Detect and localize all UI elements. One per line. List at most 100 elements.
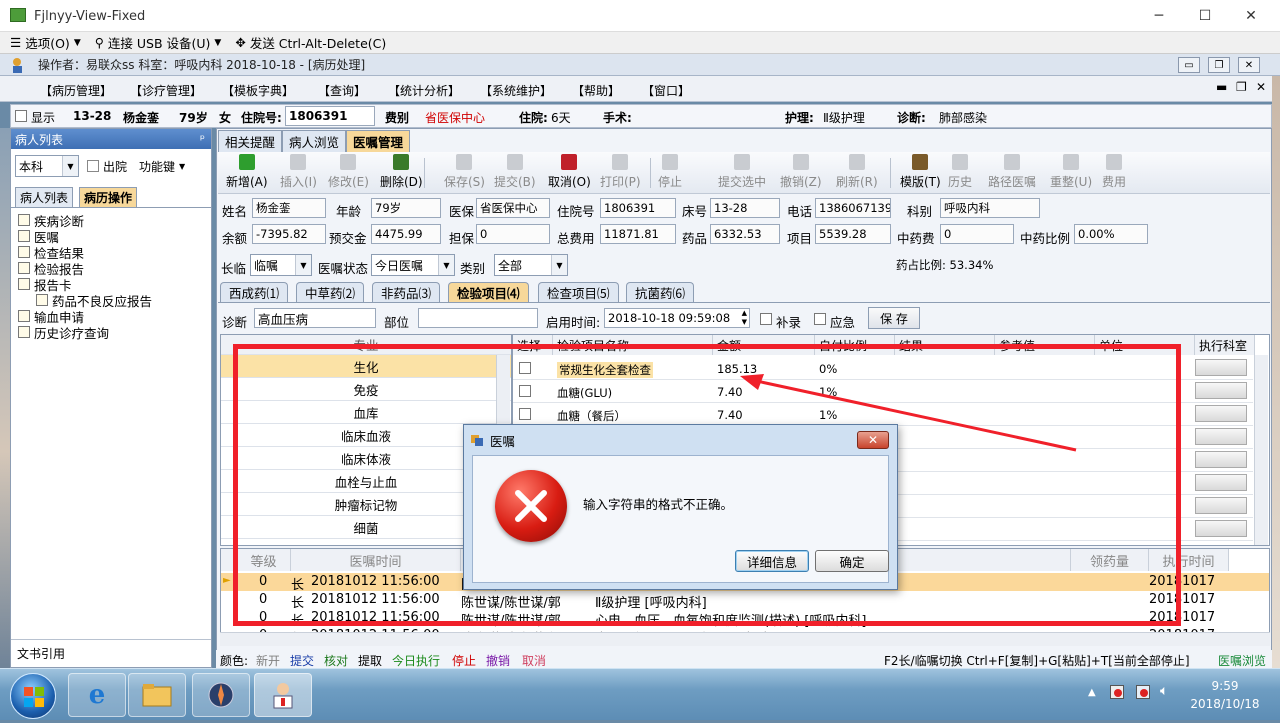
minimize-button[interactable]: ─ <box>1136 0 1182 32</box>
template-button[interactable]: 模版(T) <box>900 154 941 192</box>
exec-dept-button[interactable] <box>1195 359 1247 376</box>
close-button[interactable]: ✕ <box>1228 0 1274 32</box>
save-button[interactable]: 保 存 <box>868 307 920 329</box>
row-checkbox[interactable] <box>519 385 531 397</box>
details-button[interactable]: 详细信息 <box>735 550 809 572</box>
term-combo[interactable]: 临嘱 ▼ <box>250 254 312 276</box>
taskbar-explorer[interactable] <box>128 673 186 717</box>
menu-minimize-icon[interactable]: ▬ <box>1216 80 1227 94</box>
taskbar-ie[interactable]: e <box>68 673 126 717</box>
usb-menu[interactable]: ⚲ 连接 USB 设备(U) ▼ <box>95 33 222 52</box>
order-row[interactable]: 0 长 20181012 11:56:00 陈世谋/陈世谋/郭 Ⅱ级护理 [呼吸内科] 2… <box>221 591 1269 611</box>
tab-antibiotics[interactable]: 抗菌药⑹ <box>626 282 695 302</box>
menu-templates[interactable]: 【模板字典】 <box>222 82 294 99</box>
function-key-dropdown[interactable]: 功能键 ▼ <box>139 157 185 175</box>
exec-dept-button[interactable] <box>1195 520 1247 537</box>
type-combo[interactable]: 全部 ▼ <box>494 254 568 276</box>
tab-non-drug[interactable]: 非药品⑶ <box>372 282 441 302</box>
order-column-header[interactable]: 领药量 <box>1071 549 1149 571</box>
category-item[interactable]: 免疫 <box>221 378 511 401</box>
document-reference[interactable]: 文书引用 <box>17 643 65 663</box>
grid-column-header[interactable]: 参考值 <box>995 335 1095 355</box>
grid-column-header[interactable]: 单位 <box>1095 335 1195 355</box>
horizontal-scrollbar[interactable] <box>220 632 1270 646</box>
taskbar-compass-app[interactable] <box>192 673 250 717</box>
network-icon[interactable] <box>1136 685 1150 699</box>
taskbar-his-app[interactable] <box>254 673 312 717</box>
exam-diagnosis-input[interactable]: 高血压病 <box>254 308 376 328</box>
tab-lab-tests[interactable]: 检验项目⑷ <box>448 282 529 302</box>
exec-dept-button[interactable] <box>1195 382 1247 399</box>
order-row[interactable]: 0 长 20181012 11:56:00 陈世谋/陈世谋/郭 心电、血压、血氧饱和度监… <box>221 609 1269 629</box>
edit-button[interactable]: 修改(E) <box>328 154 369 192</box>
supplement-checkbox[interactable] <box>760 313 772 325</box>
pin-icon[interactable]: ᵖ <box>200 132 205 146</box>
order-column-header[interactable]: 医嘱时间 <box>291 549 461 571</box>
menu-statistics[interactable]: 【统计分析】 <box>388 82 460 99</box>
submit-selected-button[interactable]: 提交选中 <box>718 154 766 192</box>
tab-patient-list[interactable]: 病人列表 <box>15 187 74 207</box>
insert-button[interactable]: 插入(I) <box>280 154 317 192</box>
row-checkbox[interactable] <box>519 408 531 420</box>
grid-column-header[interactable]: 执行科室 <box>1195 335 1255 355</box>
menu-close-icon[interactable]: ✕ <box>1256 80 1266 94</box>
department-combo[interactable]: 本科 ▼ <box>15 155 79 177</box>
print-button[interactable]: 打印(P) <box>600 154 641 192</box>
start-time-input[interactable]: 2018-10-18 09:59:08 ▲ ▼ <box>604 308 750 328</box>
mdi-minimize-button[interactable]: ▭ <box>1178 57 1200 73</box>
order-column-header[interactable] <box>221 549 237 571</box>
save-button[interactable]: 保存(S) <box>444 154 485 192</box>
site-input[interactable] <box>418 308 538 328</box>
grid-column-header[interactable]: 选择 <box>513 335 553 355</box>
tab-patient-browse[interactable]: 病人浏览 <box>282 130 347 152</box>
spinner-icon[interactable]: ▲ ▼ <box>742 309 747 327</box>
category-item[interactable]: 生化 <box>221 355 511 378</box>
tab-western-medicine[interactable]: 西成药⑴ <box>220 282 289 302</box>
tab-reminders[interactable]: 相关提醒 <box>218 130 283 152</box>
reorganize-button[interactable]: 重整(U) <box>1050 154 1092 192</box>
exec-dept-button[interactable] <box>1195 405 1247 422</box>
volume-muted-icon[interactable]: 🔈︎ <box>1160 683 1168 699</box>
grid-column-header[interactable]: 结果 <box>895 335 995 355</box>
refresh-button[interactable]: 刷新(R) <box>836 154 878 192</box>
menu-medical-records[interactable]: 【病历管理】 <box>40 82 112 99</box>
options-menu[interactable]: ☰ 选项(O) ▼ <box>10 33 81 52</box>
grid-column-header[interactable]: 自付比例 <box>815 335 895 355</box>
emergency-checkbox[interactable] <box>814 313 826 325</box>
ok-button[interactable]: 确定 <box>815 550 889 572</box>
exec-dept-button[interactable] <box>1195 474 1247 491</box>
tab-order-management[interactable]: 医嘱管理 <box>346 130 411 152</box>
menu-diagnosis[interactable]: 【诊疗管理】 <box>130 82 202 99</box>
grid-column-header[interactable]: 检验项目名称 <box>553 335 713 355</box>
menu-restore-icon[interactable]: ❐ <box>1236 80 1247 94</box>
cost-button[interactable]: 费用 <box>1102 154 1126 192</box>
row-checkbox[interactable] <box>519 362 531 374</box>
system-clock[interactable]: 9:59 2018/10/18 <box>1190 677 1260 713</box>
mdi-close-button[interactable]: ✕ <box>1238 57 1260 73</box>
menu-window[interactable]: 【窗口】 <box>642 82 690 99</box>
grid-column-header[interactable]: 金额 <box>713 335 815 355</box>
menu-system[interactable]: 【系统维护】 <box>480 82 552 99</box>
dialog-close-button[interactable]: ✕ <box>857 431 889 449</box>
order-column-header[interactable]: 执行时间 <box>1149 549 1229 571</box>
action-center-icon[interactable] <box>1110 685 1124 699</box>
exec-dept-button[interactable] <box>1195 428 1247 445</box>
items-scrollbar[interactable] <box>1254 355 1268 545</box>
category-item[interactable]: 血库 <box>221 401 511 424</box>
stop-button[interactable]: 停止 <box>658 154 682 192</box>
tree-item[interactable]: 历史诊疗查询 <box>12 324 207 341</box>
exec-dept-button[interactable] <box>1195 451 1247 468</box>
discharged-checkbox[interactable] <box>87 160 99 172</box>
history-button[interactable]: 历史 <box>948 154 972 192</box>
submit-button[interactable]: 提交(B) <box>494 154 536 192</box>
delete-button[interactable]: 删除(D) <box>380 154 423 192</box>
order-status-combo[interactable]: 今日医嘱 ▼ <box>371 254 455 276</box>
order-column-header[interactable]: 等级 <box>237 549 291 571</box>
tray-expand-icon[interactable]: ▲ <box>1088 687 1096 698</box>
mdi-restore-button[interactable]: ❐ <box>1208 57 1230 73</box>
tab-exams[interactable]: 检查项目⑸ <box>538 282 619 302</box>
pathway-order-button[interactable]: 路径医嘱 <box>988 154 1036 192</box>
maximize-button[interactable]: ☐ <box>1182 0 1228 32</box>
tab-record-operations[interactable]: 病历操作 <box>79 187 138 207</box>
add-button[interactable]: 新增(A) <box>226 154 268 192</box>
